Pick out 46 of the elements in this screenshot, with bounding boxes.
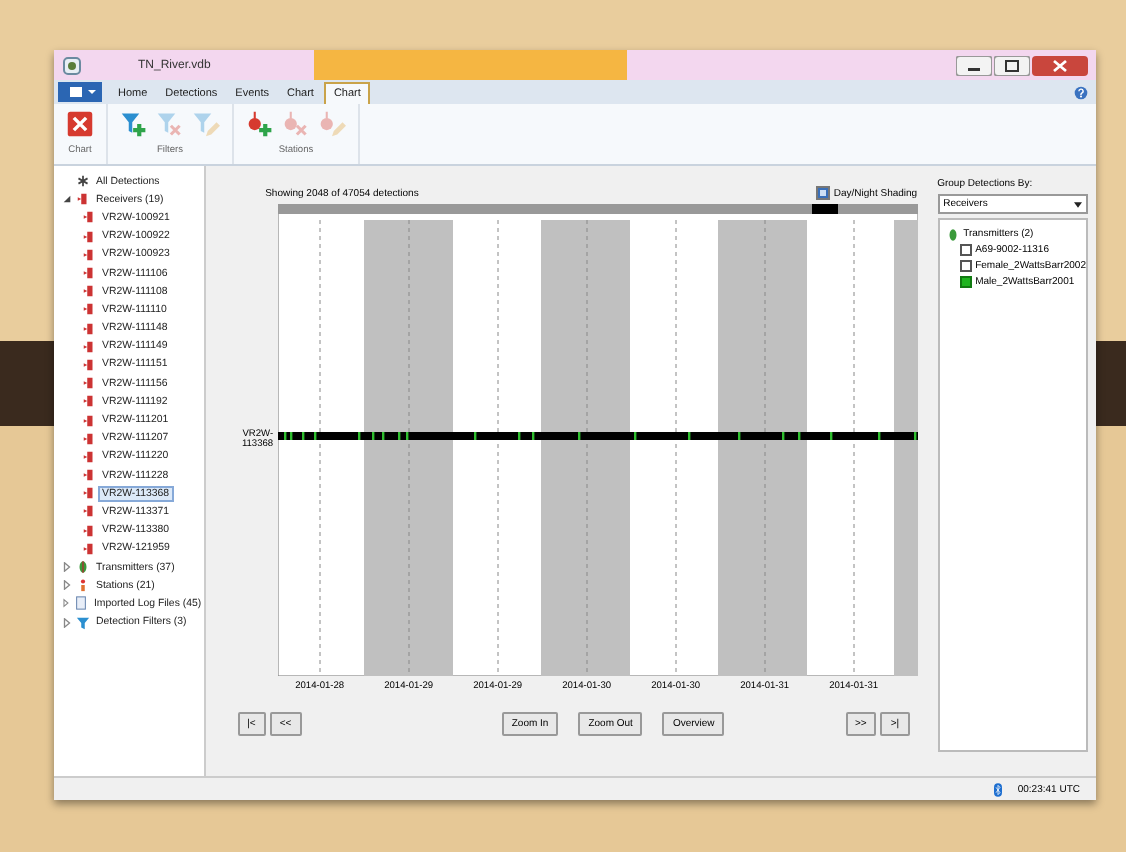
minimize-button[interactable]	[956, 55, 992, 75]
receiver-icon	[82, 339, 96, 354]
receiver-icon	[82, 504, 96, 519]
bluetooth-icon	[993, 781, 1002, 797]
receiver-icon	[82, 468, 96, 483]
document-icon	[73, 596, 88, 611]
maximize-button[interactable]	[994, 55, 1030, 75]
app-icon	[62, 55, 82, 75]
marker-plus-icon[interactable]	[246, 108, 274, 140]
close-button[interactable]	[1032, 55, 1088, 75]
delete-x-icon[interactable]	[66, 108, 94, 140]
station-icon	[76, 578, 90, 593]
receiver-icon	[82, 541, 96, 556]
expand-arrow-icon[interactable]	[62, 580, 72, 591]
collapse-arrow-icon[interactable]	[62, 194, 72, 205]
receiver-icon	[82, 321, 96, 336]
file-menu-button[interactable]	[58, 82, 102, 102]
expand-arrow-icon[interactable]	[62, 617, 72, 628]
receiver-icon	[82, 431, 96, 446]
shading-checkbox[interactable]	[815, 186, 830, 200]
funnel-plus-icon[interactable]	[120, 108, 148, 140]
item-checkbox[interactable]	[959, 276, 972, 288]
item-checkbox[interactable]	[959, 244, 972, 256]
receiver-icon	[82, 486, 96, 501]
caret-icon	[1074, 201, 1082, 207]
transmitter-icon	[945, 227, 960, 241]
receiver-icon	[82, 376, 96, 391]
receiver-icon	[82, 523, 96, 538]
receiver-icon	[76, 192, 90, 207]
asterisk-icon	[76, 174, 90, 189]
receiver-icon	[82, 449, 96, 464]
receiver-icon	[82, 247, 96, 262]
receiver-icon	[82, 302, 96, 317]
receiver-icon	[82, 210, 96, 225]
transmitter-icon	[76, 560, 90, 575]
funnel-icon	[76, 615, 90, 630]
receiver-icon	[82, 229, 96, 244]
expand-arrow-icon[interactable]	[62, 562, 72, 573]
receiver-icon	[82, 266, 96, 281]
item-checkbox[interactable]	[959, 260, 972, 272]
receiver-icon	[82, 284, 96, 299]
receiver-icon	[82, 394, 96, 409]
help-icon[interactable]	[1074, 86, 1088, 100]
expand-arrow-icon[interactable]	[62, 598, 70, 609]
receiver-icon	[82, 413, 96, 428]
receiver-icon	[82, 357, 96, 372]
